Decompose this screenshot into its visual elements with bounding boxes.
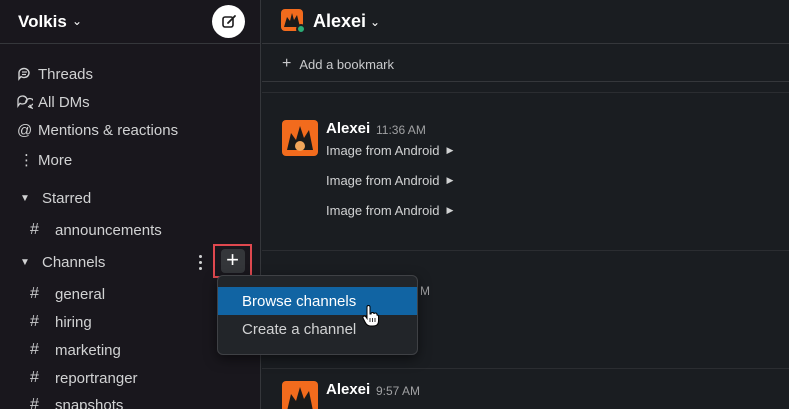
hand-cursor-icon <box>362 305 379 327</box>
caret-right-icon: ▶ <box>446 175 454 185</box>
caret-down-icon: ▼ <box>20 192 30 204</box>
sidebar-item-marketing[interactable]: # marketing <box>30 338 121 362</box>
menu-item-browse-channels[interactable]: Browse channels <box>218 287 417 315</box>
more-icon: ⋮ <box>19 152 34 169</box>
add-bookmark-button[interactable]: + Add a bookmark <box>282 55 394 73</box>
plus-icon: + <box>220 249 245 273</box>
channel-label: general <box>55 285 106 303</box>
menu-item-create-channel[interactable]: Create a channel <box>218 315 417 343</box>
sidebar-item-reportranger[interactable]: # reportranger <box>30 366 138 390</box>
message-timestamp: M <box>420 284 430 298</box>
divider <box>262 250 789 251</box>
section-channels[interactable]: ▼ Channels <box>18 250 105 274</box>
attachment-link[interactable]: Image from Android ▶ <box>326 143 453 158</box>
section-label: Starred <box>42 189 92 207</box>
sidebar-item-hiring[interactable]: # hiring <box>30 310 92 334</box>
dm-header: Alexei ⌄ <box>262 0 789 44</box>
caret-right-icon: ▶ <box>446 145 454 155</box>
caret-right-icon: ▶ <box>446 205 454 215</box>
channel-label: reportranger <box>55 369 138 387</box>
dms-icon <box>14 95 38 109</box>
channel-label: announcements <box>55 221 162 239</box>
add-channel-button[interactable]: + <box>213 244 252 278</box>
sidebar-item-more[interactable]: ⋮ More <box>14 148 72 172</box>
section-label: Channels <box>42 253 106 271</box>
message-author[interactable]: Alexei <box>326 381 370 398</box>
hash-icon: # <box>30 221 39 238</box>
sidebar-item-label: More <box>38 151 73 169</box>
sidebar-item-all-dms[interactable]: All DMs <box>14 90 90 114</box>
chevron-down-icon[interactable]: ⌄ <box>370 15 380 29</box>
attachment-link[interactable]: Image from Android ▶ <box>326 173 453 188</box>
hash-icon: # <box>30 396 39 409</box>
channel-label: marketing <box>55 341 121 359</box>
hash-icon: # <box>30 369 39 386</box>
online-status-icon <box>296 24 306 34</box>
sidebar-item-general[interactable]: # general <box>30 282 105 306</box>
sidebar-item-threads[interactable]: Threads <box>14 62 93 86</box>
hash-icon: # <box>30 313 39 330</box>
channel-label: snapshots <box>55 396 124 409</box>
hash-icon: # <box>30 341 39 358</box>
message-timestamp[interactable]: 9:57 AM <box>376 384 420 398</box>
attachment-link[interactable]: Image from Android ▶ <box>326 203 453 218</box>
plus-icon: + <box>282 55 292 72</box>
attachment-label: Image from Android <box>326 203 440 218</box>
message-timestamp[interactable]: 11:36 AM <box>376 123 426 137</box>
channel-label: hiring <box>55 313 92 331</box>
sidebar-item-label: All DMs <box>38 93 90 111</box>
workspace-name[interactable]: Volkis <box>18 12 67 32</box>
bookmark-label: Add a bookmark <box>299 56 395 72</box>
bookmark-bar: + Add a bookmark <box>262 44 789 82</box>
sidebar-item-label: Mentions & reactions <box>38 121 179 139</box>
divider <box>262 92 789 93</box>
message-author[interactable]: Alexei <box>326 120 370 137</box>
chevron-down-icon[interactable]: ⌄ <box>72 14 82 28</box>
caret-down-icon: ▼ <box>20 256 30 268</box>
attachment-label: Image from Android <box>326 173 440 188</box>
sidebar-item-mentions[interactable]: @ Mentions & reactions <box>14 118 178 142</box>
sidebar-item-announcements[interactable]: # announcements <box>30 218 162 242</box>
threads-icon <box>14 67 38 81</box>
compose-button[interactable] <box>212 5 245 38</box>
section-options-icon[interactable] <box>192 251 208 273</box>
hash-icon: # <box>30 285 39 302</box>
compose-icon <box>221 14 236 28</box>
workspace-header[interactable]: Volkis ⌄ <box>0 0 261 44</box>
sidebar-item-label: Threads <box>38 65 94 83</box>
sidebar-item-snapshots[interactable]: # snapshots <box>30 393 123 409</box>
mention-icon: @ <box>17 121 33 139</box>
channels-add-menu: Browse channels Create a channel <box>217 275 418 355</box>
avatar[interactable] <box>282 381 318 409</box>
dm-title[interactable]: Alexei <box>313 11 366 32</box>
divider <box>262 368 789 369</box>
section-starred[interactable]: ▼ Starred <box>18 186 91 210</box>
attachment-label: Image from Android <box>326 143 440 158</box>
avatar[interactable] <box>282 120 318 156</box>
